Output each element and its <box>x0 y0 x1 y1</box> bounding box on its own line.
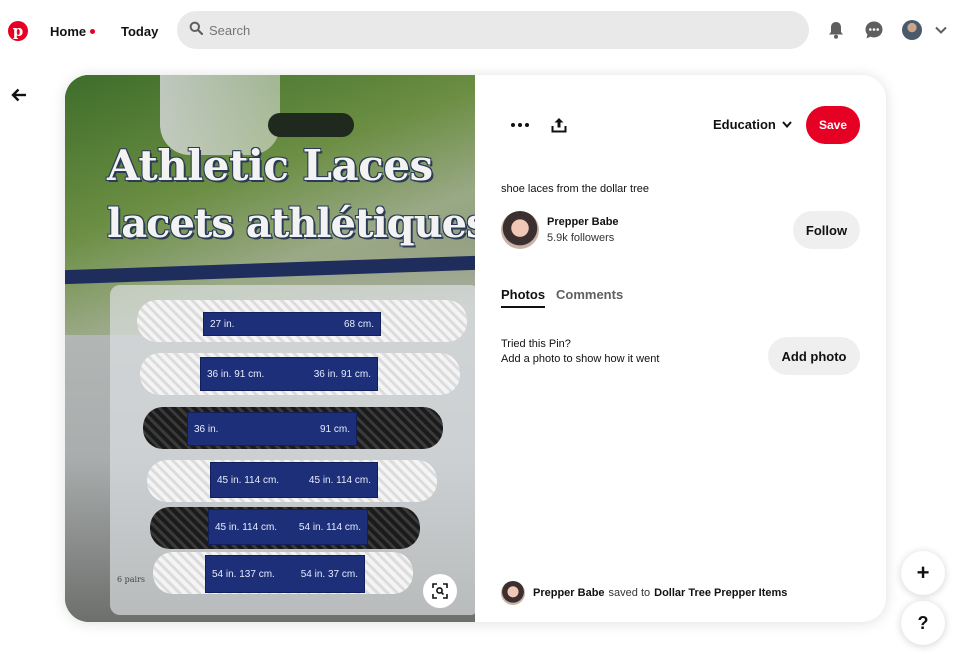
saved-by-attribution: Prepper Babe saved to Dollar Tree Preppe… <box>501 581 787 605</box>
lace-label-6: 54 in. 137 cm. 54 in. 37 cm. <box>205 555 365 593</box>
lace-label-4: 45 in. 114 cm. 45 in. 114 cm. <box>210 462 378 498</box>
lace-label-1-left: 27 in. <box>210 318 235 330</box>
lace-label-3: 36 in. 91 cm. <box>187 412 357 446</box>
package-title-french: lacets athlétiques <box>107 200 475 247</box>
pin-image[interactable]: Athletic Laces lacets athlétiques 27 in.… <box>65 75 475 622</box>
creator-avatar[interactable] <box>501 211 539 249</box>
share-icon[interactable] <box>547 113 571 137</box>
user-avatar[interactable] <box>902 20 922 40</box>
lace-label-4-left: 45 in. 114 cm. <box>217 474 280 486</box>
package-hang-hole <box>268 113 354 137</box>
creator-follower-count: 5.9k followers <box>547 232 615 244</box>
lace-label-5-right: 54 in. 114 cm. <box>298 521 361 533</box>
saved-board-link[interactable]: Dollar Tree Prepper Items <box>654 587 787 599</box>
saver-avatar[interactable] <box>501 581 525 605</box>
lace-label-3-right: 91 cm. <box>319 423 350 435</box>
tried-pin-subtext: Add a photo to show how it went <box>501 353 660 365</box>
lace-label-4-right: 45 in. 114 cm. <box>308 474 371 486</box>
search-icon <box>189 21 204 40</box>
lace-label-1: 27 in. 68 cm. <box>203 312 381 336</box>
search-input[interactable] <box>209 22 769 38</box>
lace-label-2: 36 in. 91 cm. 36 in. 91 cm. <box>200 357 378 391</box>
visual-search-lens-icon[interactable] <box>423 574 457 608</box>
lace-label-2-right: 36 in. 91 cm. <box>313 368 371 380</box>
add-photo-button[interactable]: Add photo <box>768 337 860 375</box>
pin-details-panel: Education Save shoe laces from the dolla… <box>475 75 886 622</box>
package-title-english: Athletic Laces <box>107 141 433 190</box>
create-plus-button[interactable]: + <box>901 551 945 595</box>
pin-description: shoe laces from the dollar tree <box>501 183 649 195</box>
board-select-label: Education <box>713 117 776 132</box>
tried-pin-heading: Tried this Pin? <box>501 338 571 350</box>
nav-home-label: Home <box>50 24 87 39</box>
follow-button[interactable]: Follow <box>793 211 860 249</box>
save-button[interactable]: Save <box>806 106 860 144</box>
nav-home-link[interactable]: Home <box>50 24 96 39</box>
lace-label-6-right: 54 in. 37 cm. <box>300 568 358 580</box>
saver-name[interactable]: Prepper Babe <box>533 587 605 599</box>
lace-label-5-left: 45 in. 114 cm. <box>215 521 278 533</box>
back-arrow-icon[interactable] <box>8 85 30 105</box>
tab-photos[interactable]: Photos <box>501 287 546 308</box>
lace-label-3-left: 36 in. <box>194 423 219 435</box>
more-options-icon[interactable] <box>507 113 533 137</box>
account-chevron-down-icon[interactable] <box>933 22 949 38</box>
logo-letter: p <box>12 21 24 40</box>
creator-name[interactable]: Prepper Babe <box>547 216 619 228</box>
chevron-down-icon <box>782 121 792 128</box>
saved-to-text: saved to <box>608 587 651 599</box>
lace-label-1-right: 68 cm. <box>343 318 374 330</box>
notifications-bell-icon[interactable] <box>825 19 847 41</box>
pinterest-logo-icon[interactable]: p <box>8 21 28 41</box>
top-navigation-bar: p Home Today <box>0 0 960 62</box>
messages-chat-icon[interactable] <box>863 19 885 41</box>
notification-dot <box>90 29 96 34</box>
nav-today-link[interactable]: Today <box>121 24 158 39</box>
board-select-dropdown[interactable]: Education <box>713 117 792 132</box>
help-question-button[interactable]: ? <box>901 601 945 645</box>
search-bar[interactable] <box>177 11 809 49</box>
lace-label-2-left: 36 in. 91 cm. <box>207 368 265 380</box>
tab-comments[interactable]: Comments <box>556 287 623 302</box>
pin-closeup-card: Athletic Laces lacets athlétiques 27 in.… <box>65 75 886 622</box>
lace-label-6-left: 54 in. 137 cm. <box>212 568 275 580</box>
lace-label-5: 45 in. 114 cm. 54 in. 114 cm. <box>208 509 368 545</box>
package-count-text: 6 pairs <box>117 575 146 584</box>
